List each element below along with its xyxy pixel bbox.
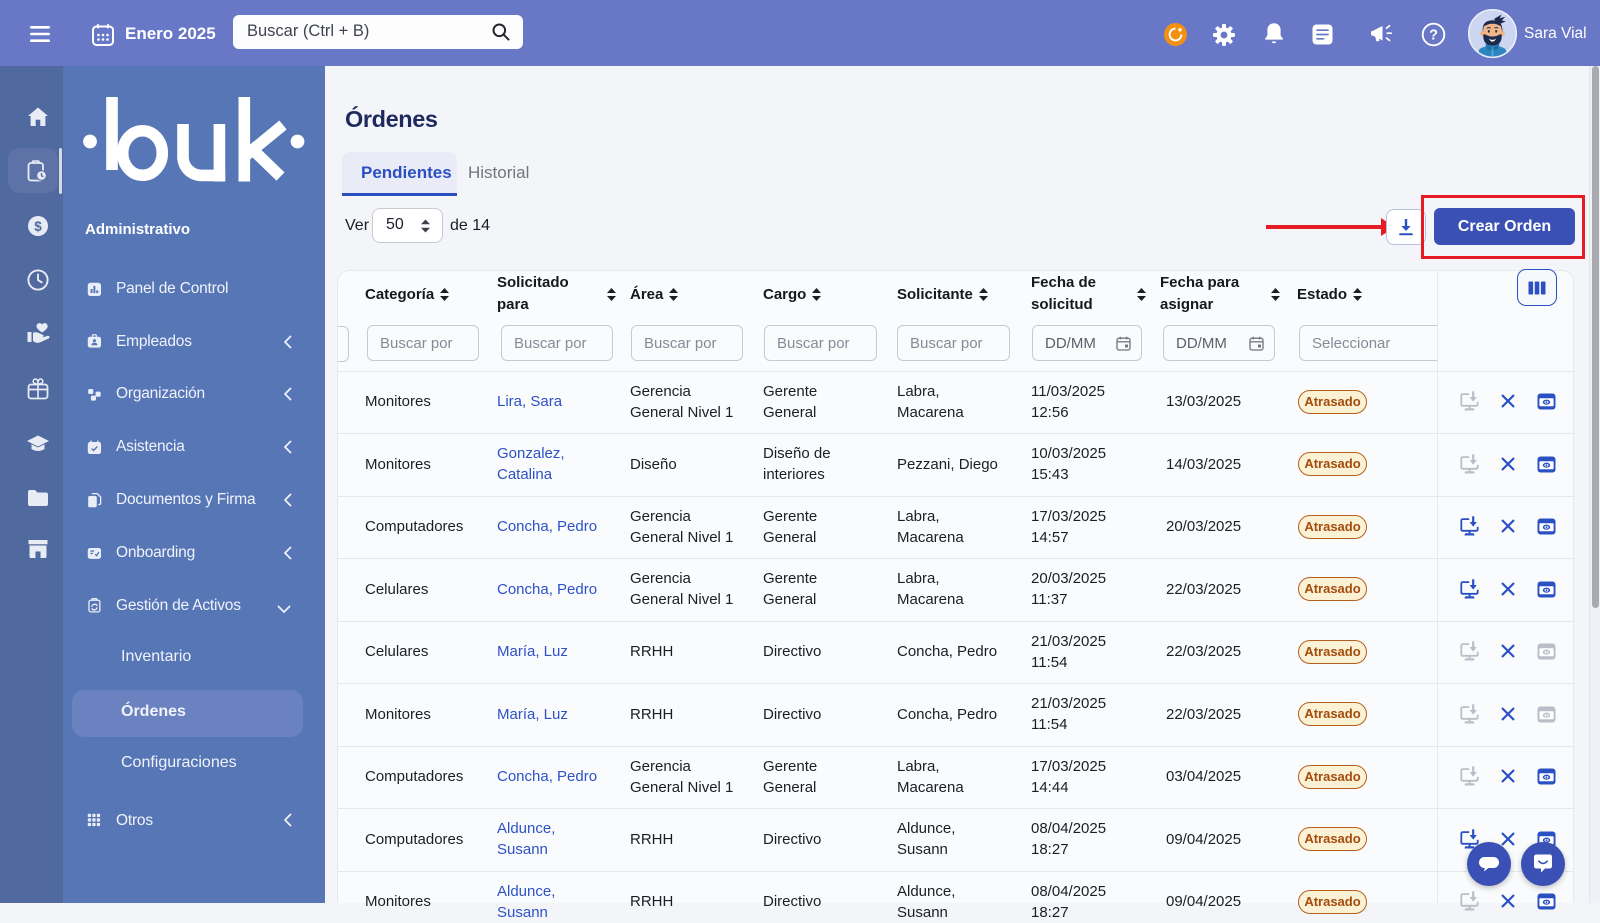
svg-text:?: ? bbox=[1429, 27, 1438, 43]
svg-text:$: $ bbox=[34, 219, 42, 234]
